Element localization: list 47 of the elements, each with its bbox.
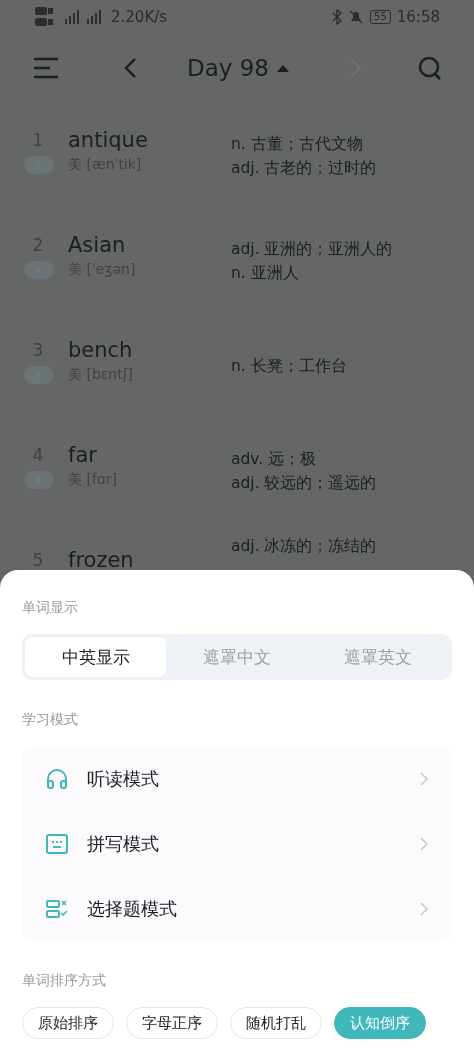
caret-icon[interactable]: [277, 64, 289, 72]
chevron-icon: [420, 901, 428, 916]
word[interactable]: antique: [68, 128, 148, 152]
sort-chip[interactable]: 认知倒序: [334, 1007, 426, 1039]
back-icon[interactable]: [123, 57, 137, 79]
definition: n. 长凳；工作台: [231, 356, 347, 377]
word[interactable]: frozen: [68, 548, 134, 572]
sort-chip[interactable]: 原始排序: [22, 1007, 114, 1039]
display-tab[interactable]: 遮罩中文: [166, 637, 308, 677]
section-label: 学习模式: [22, 710, 78, 728]
display-tab[interactable]: 中英显示: [25, 637, 167, 677]
clock: 16:58: [396, 8, 440, 26]
mode-item[interactable]: 听读模式: [87, 766, 159, 791]
word[interactable]: Asian: [68, 233, 126, 257]
pronounce-button[interactable]: [24, 366, 54, 384]
menu-icon[interactable]: [33, 57, 59, 79]
pronounce-button[interactable]: [24, 261, 54, 279]
section-label: 单词排序方式: [22, 971, 106, 989]
definition: adj. 较远的；遥远的: [231, 473, 377, 494]
mute-bell-icon: [348, 9, 365, 25]
chevron-icon: [420, 771, 428, 786]
word[interactable]: far: [68, 443, 97, 467]
pronounce-button[interactable]: [24, 471, 54, 489]
definition: adj. 冰冻的；冻结的: [231, 536, 377, 557]
chevron-icon: [420, 836, 428, 851]
mode-item[interactable]: 拼写模式: [87, 831, 159, 856]
definition: n. 亚洲人: [231, 263, 300, 284]
network-speed: 2.20K/s: [111, 8, 168, 26]
definition: n. 古董；古代文物: [231, 134, 364, 155]
definition: adj. 古老的；过时的: [231, 158, 377, 179]
checklist-icon: [46, 899, 68, 918]
sim-icon: [35, 6, 55, 28]
mode-item[interactable]: 选择题模式: [87, 896, 177, 921]
display-tab[interactable]: 遮罩英文: [307, 637, 449, 677]
sort-chip[interactable]: 随机打乱: [230, 1007, 322, 1039]
pronounce-button[interactable]: [24, 156, 54, 174]
day-title[interactable]: Day 98: [187, 55, 269, 81]
bluetooth-icon: [332, 9, 343, 25]
headphones-icon: [46, 767, 68, 790]
sort-chip[interactable]: 字母正序: [126, 1007, 218, 1039]
definition: adj. 亚洲的；亚洲人的: [231, 239, 393, 260]
section-label: 单词显示: [22, 598, 78, 616]
battery-indicator: 55: [370, 10, 391, 24]
search-icon[interactable]: [418, 56, 442, 80]
definition: adv. 远；极: [231, 449, 318, 470]
keyboard-icon: [46, 833, 68, 854]
word[interactable]: bench: [68, 338, 133, 362]
